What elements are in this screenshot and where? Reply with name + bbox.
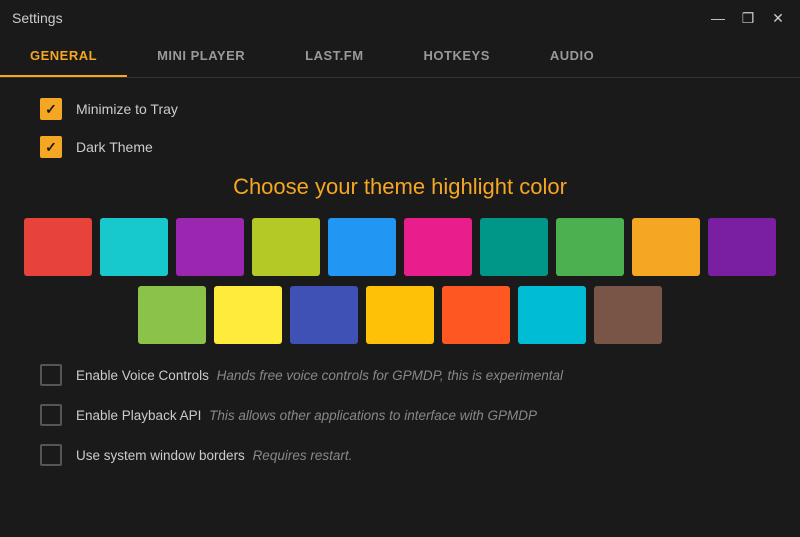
tab-hotkeys[interactable]: HOTKEYS (394, 36, 520, 77)
color-swatch-cyan[interactable] (100, 218, 168, 276)
color-swatch-pink[interactable] (404, 218, 472, 276)
color-swatch-brown[interactable] (594, 286, 662, 344)
dark-theme-row: ✓ Dark Theme (40, 136, 760, 158)
window-title: Settings (12, 10, 63, 26)
tab-audio[interactable]: AUDIO (520, 36, 624, 77)
color-swatch-deep-purple[interactable] (708, 218, 776, 276)
tab-last-fm[interactable]: LAST.FM (275, 36, 393, 77)
system-borders-label: Use system window borders Requires resta… (76, 448, 352, 463)
color-swatch-yellow[interactable] (214, 286, 282, 344)
swatches-row-2 (138, 286, 662, 344)
minimize-tray-label: Minimize to Tray (76, 101, 178, 117)
system-borders-row: Use system window borders Requires resta… (40, 444, 760, 466)
color-swatch-deep-orange[interactable] (442, 286, 510, 344)
checkmark-icon: ✓ (45, 140, 57, 154)
color-swatch-light-blue[interactable] (518, 286, 586, 344)
tabs-nav: GENERAL MINI PLAYER LAST.FM HOTKEYS AUDI… (0, 36, 800, 78)
dark-theme-label: Dark Theme (76, 139, 153, 155)
content-area: ✓ Minimize to Tray ✓ Dark Theme Choose y… (0, 78, 800, 504)
maximize-button[interactable]: ❒ (738, 8, 758, 28)
options-section: Enable Voice Controls Hands free voice c… (40, 364, 760, 466)
voice-controls-checkbox[interactable] (40, 364, 62, 386)
theme-section-title: Choose your theme highlight color (40, 174, 760, 200)
playback-api-row: Enable Playback API This allows other ap… (40, 404, 760, 426)
color-swatch-lime[interactable] (252, 218, 320, 276)
voice-controls-label: Enable Voice Controls Hands free voice c… (76, 368, 563, 383)
title-bar: Settings — ❒ ✕ (0, 0, 800, 36)
close-button[interactable]: ✕ (768, 8, 788, 28)
color-swatch-indigo[interactable] (290, 286, 358, 344)
system-borders-checkbox[interactable] (40, 444, 62, 466)
tab-mini-player[interactable]: MINI PLAYER (127, 36, 275, 77)
color-swatch-light-green[interactable] (138, 286, 206, 344)
voice-controls-row: Enable Voice Controls Hands free voice c… (40, 364, 760, 386)
tab-general[interactable]: GENERAL (0, 36, 127, 77)
checkmark-icon: ✓ (45, 102, 57, 116)
color-swatch-amber[interactable] (366, 286, 434, 344)
minimize-tray-row: ✓ Minimize to Tray (40, 98, 760, 120)
dark-theme-checkbox[interactable]: ✓ (40, 136, 62, 158)
color-swatch-green[interactable] (556, 218, 624, 276)
window-controls: — ❒ ✕ (708, 8, 788, 28)
swatches-container (40, 218, 760, 344)
color-swatch-blue[interactable] (328, 218, 396, 276)
playback-api-checkbox[interactable] (40, 404, 62, 426)
minimize-button[interactable]: — (708, 8, 728, 28)
color-swatch-red[interactable] (24, 218, 92, 276)
playback-api-label: Enable Playback API This allows other ap… (76, 408, 537, 423)
color-swatch-orange[interactable] (632, 218, 700, 276)
color-swatch-teal[interactable] (480, 218, 548, 276)
color-swatch-purple[interactable] (176, 218, 244, 276)
minimize-tray-checkbox[interactable]: ✓ (40, 98, 62, 120)
swatches-row-1 (24, 218, 776, 276)
